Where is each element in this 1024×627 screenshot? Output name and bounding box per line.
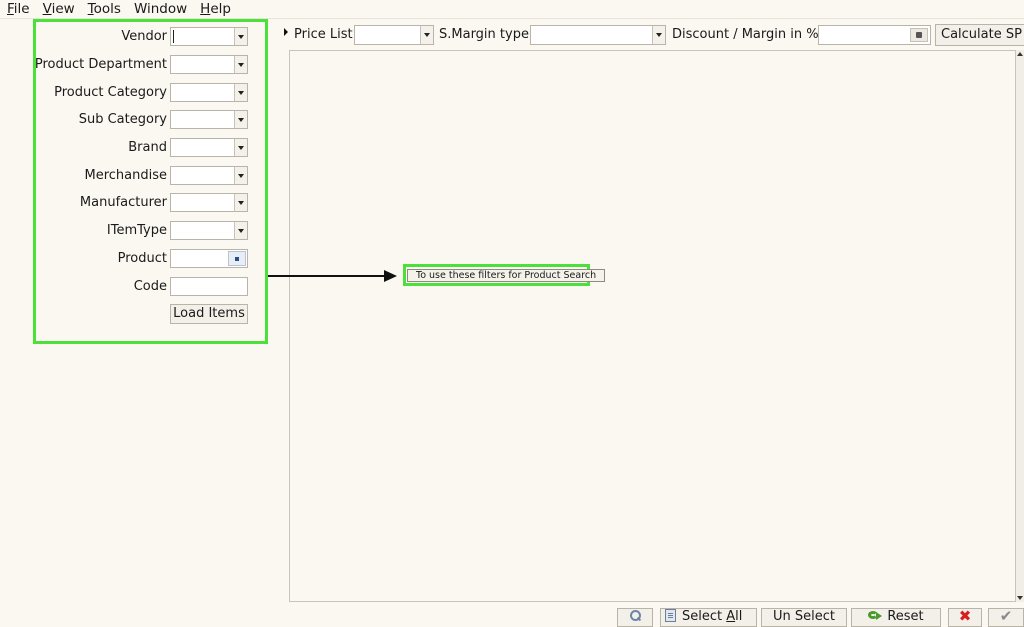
filter-row-brand: Brand	[36, 137, 265, 159]
filter-row-product-category: Product Category	[36, 82, 265, 104]
code-label: Code	[133, 279, 167, 294]
search-icon	[629, 610, 642, 621]
menu-tools[interactable]: Tools	[81, 1, 127, 17]
manufacturer-combo[interactable]	[170, 193, 248, 212]
merchandise-combo[interactable]	[170, 166, 248, 185]
pricing-toolbar: Price List S.Margin type Discount / Marg…	[289, 22, 1024, 49]
menu-help[interactable]: Help	[193, 1, 237, 17]
unselect-button[interactable]: Un Select	[761, 608, 847, 627]
annotation-arrow-line	[268, 275, 386, 277]
filter-row-product: Product	[36, 248, 265, 270]
code-input[interactable]	[170, 277, 248, 296]
discount-input[interactable]	[818, 25, 931, 45]
discount-label: Discount / Margin in %	[672, 27, 819, 42]
margin-type-label: S.Margin type	[439, 27, 529, 42]
calculate-sp-button[interactable]: Calculate SP	[935, 24, 1024, 46]
chevron-down-icon[interactable]	[234, 139, 247, 156]
product-category-combo[interactable]	[170, 83, 248, 102]
merchandise-label: Merchandise	[84, 168, 167, 183]
chevron-down-icon[interactable]	[234, 56, 247, 73]
refresh-icon	[868, 609, 883, 621]
item-type-label: ITemType	[106, 223, 167, 238]
price-list-label: Price List	[294, 27, 353, 42]
filter-row-merchandise: Merchandise	[36, 165, 265, 187]
filter-row-product-department: Product Department	[34, 54, 265, 76]
filter-row-load: Load Items	[36, 303, 265, 325]
vendor-combo[interactable]	[170, 27, 248, 46]
manufacturer-label: Manufacturer	[79, 195, 167, 210]
chevron-down-icon[interactable]	[652, 26, 665, 44]
brand-label: Brand	[128, 140, 167, 155]
product-lookup-field[interactable]	[170, 249, 248, 268]
bottom-action-bar: Select All Un Select Reset ✖ ✔	[0, 605, 1024, 627]
margin-type-combo[interactable]	[530, 25, 666, 45]
annotation-arrow-head	[384, 270, 397, 282]
filter-row-item-type: ITemType	[36, 220, 265, 242]
item-type-combo[interactable]	[170, 221, 248, 240]
product-label: Product	[117, 251, 167, 266]
menu-window[interactable]: Window	[127, 1, 193, 17]
product-category-label: Product Category	[54, 85, 167, 100]
scroll-up-icon[interactable]	[1016, 50, 1024, 58]
chevron-down-icon[interactable]	[234, 84, 247, 101]
price-list-combo[interactable]	[354, 25, 434, 45]
close-icon: ✖	[958, 607, 972, 625]
chevron-down-icon[interactable]	[420, 26, 433, 44]
filter-row-vendor: Vendor	[36, 26, 265, 48]
ok-button[interactable]: ✔	[988, 608, 1024, 627]
select-all-button[interactable]: Select All	[660, 608, 757, 627]
filter-row-code: Code	[36, 276, 265, 298]
calculator-icon[interactable]	[910, 28, 928, 42]
find-button[interactable]	[617, 608, 653, 627]
filter-panel: Vendor Product Department Product Catego…	[33, 19, 268, 344]
text-cursor	[173, 30, 174, 43]
vendor-label: Vendor	[121, 29, 167, 44]
product-department-combo[interactable]	[170, 55, 248, 74]
document-icon	[665, 609, 676, 622]
menu-bar: File View Tools Window Help	[0, 0, 1024, 17]
menu-view[interactable]: View	[36, 1, 81, 17]
sub-category-combo[interactable]	[170, 110, 248, 129]
annotation-note: To use these filters for Product Search	[403, 264, 606, 286]
brand-combo[interactable]	[170, 138, 248, 157]
items-grid[interactable]	[289, 50, 1016, 602]
menu-file[interactable]: File	[0, 1, 36, 17]
chevron-down-icon[interactable]	[234, 222, 247, 239]
cancel-button[interactable]: ✖	[948, 608, 982, 627]
vertical-scrollbar[interactable]	[1016, 50, 1024, 602]
chevron-down-icon[interactable]	[234, 28, 247, 45]
chevron-down-icon[interactable]	[234, 167, 247, 184]
lookup-icon[interactable]	[228, 251, 246, 266]
product-department-label: Product Department	[34, 57, 167, 72]
filter-row-manufacturer: Manufacturer	[36, 192, 265, 214]
chevron-down-icon[interactable]	[234, 194, 247, 211]
checkmark-icon: ✔	[999, 607, 1013, 625]
reset-button[interactable]: Reset	[851, 608, 941, 627]
load-items-button[interactable]: Load Items	[170, 304, 248, 324]
sub-category-label: Sub Category	[78, 112, 167, 127]
scroll-down-icon[interactable]	[1016, 594, 1024, 602]
chevron-down-icon[interactable]	[234, 111, 247, 128]
filter-row-sub-category: Sub Category	[36, 109, 265, 131]
splitter-toggle-icon[interactable]	[284, 28, 288, 36]
annotation-text: To use these filters for Product Search	[407, 269, 606, 282]
